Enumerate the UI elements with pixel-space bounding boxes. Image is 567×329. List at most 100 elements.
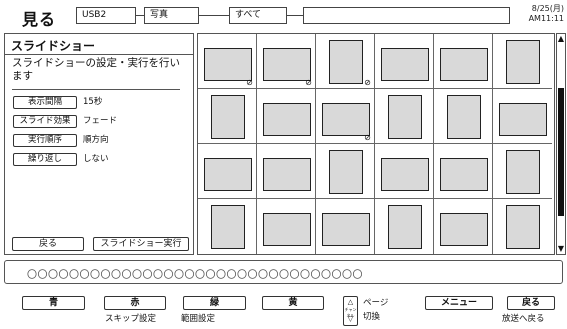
thumbnail-cell[interactable]: [375, 144, 434, 199]
photo-thumbnail: [263, 103, 311, 136]
info-bar: 〇〇〇〇〇〇〇〇〇〇〇〇〇〇〇〇〇〇〇〇〇〇〇〇〇〇〇〇〇〇〇〇: [4, 260, 563, 284]
thumbnail-cell[interactable]: ⊘: [316, 34, 375, 89]
repeat-value: しない: [83, 154, 109, 164]
clock: 8/25(月) AM11:11: [529, 4, 564, 24]
thumbnail-cell[interactable]: [198, 144, 257, 199]
green-button-caption: 範囲設定: [181, 314, 216, 324]
green-button[interactable]: 緑: [183, 296, 246, 310]
clock-time: AM11:11: [528, 14, 564, 23]
page-button-text: チャンネル: [344, 307, 357, 318]
thumbnail-cell[interactable]: [493, 199, 552, 254]
run-slideshow-button[interactable]: スライドショー実行: [93, 237, 189, 251]
info-text: 〇〇〇〇〇〇〇〇〇〇〇〇〇〇〇〇〇〇〇〇〇〇〇〇〇〇〇〇〇〇〇〇: [27, 270, 363, 281]
interval-value: 15秒: [83, 97, 103, 107]
photo-thumbnail: [388, 95, 422, 139]
effect-value: フェード: [83, 116, 118, 126]
photo-thumbnail: [440, 158, 488, 191]
photo-thumbnail: [211, 205, 245, 249]
repeat-button[interactable]: 繰り返し: [13, 153, 77, 166]
photo-thumbnail: [447, 95, 481, 139]
scrollbar[interactable]: ▲ ▼: [556, 33, 566, 255]
photo-thumbnail: [204, 158, 252, 191]
photo-thumbnail: [440, 213, 488, 246]
triangle-up-icon: △: [347, 298, 354, 306]
thumbnail-cell[interactable]: [434, 144, 493, 199]
return-button[interactable]: 戻る: [507, 296, 555, 310]
thumbnail-cell[interactable]: [375, 34, 434, 89]
photo-thumbnail: [211, 95, 245, 139]
panel-description: スライドショーの設定・実行を行います: [12, 57, 180, 82]
breadcrumb-usb2[interactable]: USB2: [76, 7, 136, 24]
thumbnail-grid: ⊘ ⊘ ⊘ ⊘: [197, 33, 555, 255]
breadcrumb-connector: [287, 15, 303, 16]
thumbnail-cell[interactable]: [198, 89, 257, 144]
thumbnail-cell[interactable]: ⊘: [257, 34, 316, 89]
effect-button[interactable]: スライド効果: [13, 115, 77, 128]
scrollbar-thumb[interactable]: [558, 88, 564, 216]
page-switch-button[interactable]: △ チャンネル ▽: [343, 296, 358, 326]
thumbnail-cell[interactable]: [434, 199, 493, 254]
photo-thumbnail: [263, 48, 311, 81]
red-button[interactable]: 赤: [104, 296, 166, 310]
skip-icon: ⊘: [364, 133, 371, 142]
photo-thumbnail: [329, 150, 363, 194]
order-button[interactable]: 実行順序: [13, 134, 77, 147]
thumbnail-cell[interactable]: [257, 89, 316, 144]
breadcrumb-empty: [303, 7, 510, 24]
page-caption: 切換: [363, 312, 381, 322]
breadcrumb-photo[interactable]: 写真: [144, 7, 199, 24]
thumbnail-cell[interactable]: [375, 199, 434, 254]
triangle-down-icon: ▽: [347, 315, 354, 323]
top-bar: 見る USB2 写真 すべて 8/25(月) AM11:11: [0, 0, 567, 32]
photo-thumbnail: [263, 213, 311, 246]
photo-thumbnail: [204, 48, 252, 81]
photo-thumbnail: [388, 205, 422, 249]
clock-date: 8/25(月): [531, 4, 564, 13]
yellow-button[interactable]: 黄: [262, 296, 324, 310]
photo-thumbnail: [381, 158, 429, 191]
thumbnail-cell[interactable]: ⊘: [198, 34, 257, 89]
blue-button[interactable]: 青: [22, 296, 85, 310]
thumbnail-cell[interactable]: [198, 199, 257, 254]
thumbnail-cell[interactable]: [375, 89, 434, 144]
interval-button[interactable]: 表示間隔: [13, 96, 77, 109]
breadcrumb-all[interactable]: すべて: [229, 7, 287, 24]
thumbnail-cell[interactable]: ⊘: [316, 89, 375, 144]
thumbnail-cell[interactable]: [316, 199, 375, 254]
order-value: 順方向: [83, 135, 109, 145]
breadcrumb-connector: [136, 15, 144, 16]
red-button-caption: スキップ設定: [105, 314, 157, 324]
photo-thumbnail: [506, 205, 540, 249]
triangle-up-icon[interactable]: ▲: [557, 34, 565, 44]
photo-thumbnail: [263, 158, 311, 191]
back-button[interactable]: 戻る: [12, 237, 84, 251]
page-title: 見る: [22, 10, 57, 29]
panel-title: スライドショー: [11, 39, 96, 53]
thumbnail-cell[interactable]: [434, 89, 493, 144]
photo-thumbnail: [329, 40, 363, 84]
thumbnail-cell[interactable]: [493, 34, 552, 89]
photo-thumbnail: [381, 48, 429, 81]
triangle-down-icon[interactable]: ▼: [557, 244, 565, 254]
photo-thumbnail: [322, 103, 370, 136]
slideshow-panel: スライドショー スライドショーの設定・実行を行います 表示間隔 15秒 スライド…: [4, 33, 194, 255]
thumbnail-cell[interactable]: [316, 144, 375, 199]
thumbnail-cell[interactable]: [434, 34, 493, 89]
skip-icon: ⊘: [364, 78, 371, 87]
breadcrumb-connector: [199, 15, 229, 16]
photo-thumbnail: [499, 103, 547, 136]
divider: [12, 89, 180, 90]
menu-button[interactable]: メニュー: [425, 296, 493, 310]
divider: [5, 54, 193, 55]
thumbnail-cell[interactable]: [257, 199, 316, 254]
photo-thumbnail: [506, 150, 540, 194]
photo-thumbnail: [506, 40, 540, 84]
thumbnail-cell[interactable]: [493, 89, 552, 144]
thumbnail-cell[interactable]: [257, 144, 316, 199]
skip-icon: ⊘: [305, 78, 312, 87]
photo-thumbnail: [322, 213, 370, 246]
thumbnail-cell[interactable]: [493, 144, 552, 199]
skip-icon: ⊘: [246, 78, 253, 87]
page-label: ページ: [363, 298, 389, 308]
photo-thumbnail: [440, 48, 488, 81]
